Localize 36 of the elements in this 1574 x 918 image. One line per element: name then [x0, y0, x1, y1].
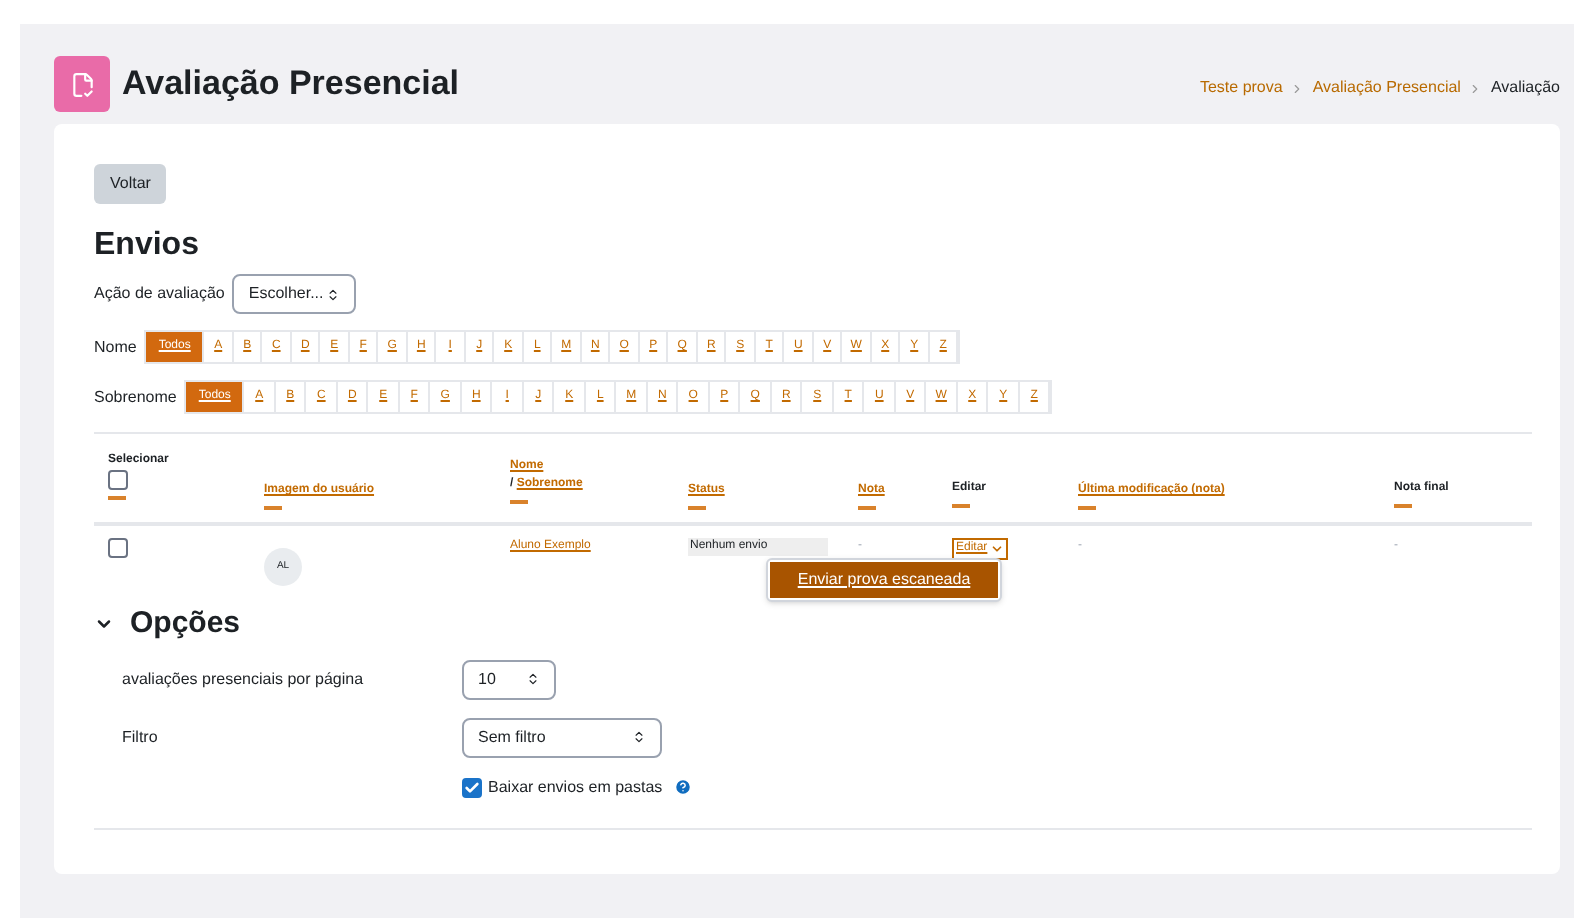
- field-label: Ação de avaliação: [94, 282, 225, 306]
- activity-icon: [54, 56, 110, 112]
- field-label: Filtro: [122, 725, 160, 749]
- sort-dash-icon: [858, 506, 876, 510]
- filter-label: Nome: [94, 335, 137, 359]
- sort-dash-icon: [264, 506, 282, 510]
- checkbox[interactable]: [108, 538, 128, 558]
- checkbox[interactable]: [108, 470, 128, 490]
- breadcrumb-current: Avaliação: [1490, 76, 1560, 100]
- filter-label: Sobrenome: [94, 385, 177, 409]
- field-label: avaliações presenciais por página: [122, 667, 366, 691]
- chevron-down-icon: [989, 542, 1004, 556]
- updown-caret-icon: [632, 730, 646, 744]
- sort-dash-icon: [952, 504, 970, 508]
- menu-item[interactable]: Enviar prova escaneada: [770, 562, 998, 598]
- page-title: Avaliação Presencial: [122, 62, 460, 107]
- updown-caret-icon: [526, 672, 540, 686]
- chevron-right-icon: [1290, 81, 1305, 95]
- updown-caret-icon: [326, 287, 341, 301]
- checkbox-label: Baixar envios em pastas: [488, 775, 663, 799]
- grading-action-select[interactable]: Escolher...: [232, 274, 357, 314]
- chevron-right-icon: [1468, 81, 1483, 95]
- section-title: Opções: [130, 604, 241, 644]
- sort-dash-icon: [1394, 504, 1412, 508]
- per-page-select[interactable]: 10: [462, 659, 556, 699]
- sort-dash-icon: [108, 496, 126, 500]
- filter-select[interactable]: Sem filtro: [462, 717, 662, 757]
- section-title: Envios: [94, 228, 201, 264]
- breadcrumb-link[interactable]: Avaliação Presencial: [1312, 76, 1461, 100]
- checkbox[interactable]: [462, 777, 482, 797]
- sort-dash-icon: [688, 506, 706, 510]
- sort-dash-icon: [510, 500, 528, 504]
- breadcrumb-link[interactable]: Teste prova: [1199, 76, 1283, 100]
- help-icon[interactable]: [674, 778, 693, 796]
- sort-dash-icon: [1078, 506, 1096, 510]
- back-button[interactable]: Voltar: [94, 164, 167, 204]
